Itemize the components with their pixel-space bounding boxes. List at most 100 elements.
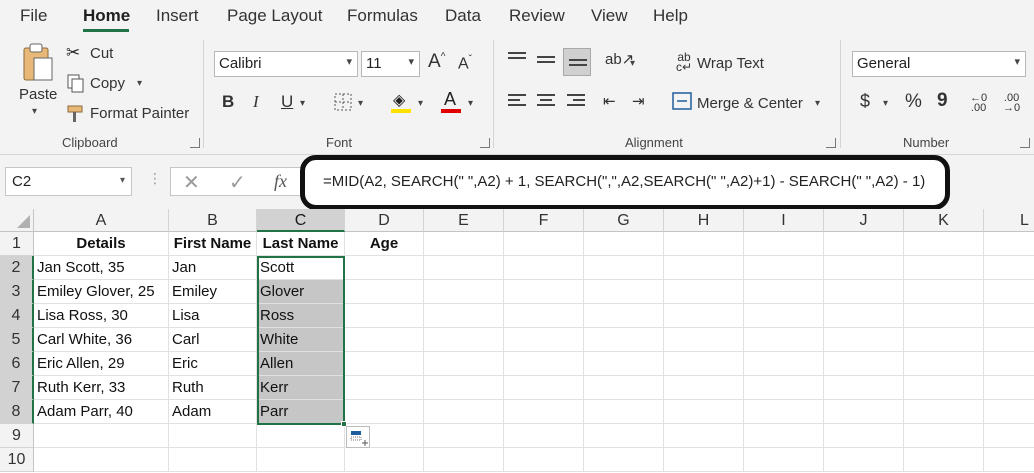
cell-a6[interactable]: Eric Allen, 29: [34, 352, 169, 376]
cell-i5[interactable]: [744, 328, 824, 352]
row-header-8[interactable]: 8: [0, 400, 34, 424]
cut-button[interactable]: Cut: [90, 45, 113, 62]
paste-dropdown-icon[interactable]: ▾: [32, 106, 37, 117]
cell-l1[interactable]: [984, 232, 1034, 256]
cell-c7[interactable]: Kerr: [257, 376, 345, 400]
cell-g4[interactable]: [584, 304, 664, 328]
cell-e6[interactable]: [424, 352, 504, 376]
column-header-j[interactable]: J: [824, 209, 904, 232]
cell-k5[interactable]: [904, 328, 984, 352]
font-launcher-icon[interactable]: [480, 138, 490, 148]
alignment-launcher-icon[interactable]: [826, 138, 836, 148]
menu-view[interactable]: View: [591, 6, 628, 26]
currency-icon[interactable]: $: [860, 91, 870, 112]
cell-g2[interactable]: [584, 256, 664, 280]
cell-c1[interactable]: Last Name: [257, 232, 345, 256]
cell-a9[interactable]: [34, 424, 169, 448]
cell-f7[interactable]: [504, 376, 584, 400]
cell-d5[interactable]: [345, 328, 424, 352]
cell-g9[interactable]: [584, 424, 664, 448]
cell-h9[interactable]: [664, 424, 744, 448]
cell-k8[interactable]: [904, 400, 984, 424]
row-header-9[interactable]: 9: [0, 424, 34, 448]
cell-i4[interactable]: [744, 304, 824, 328]
font-color-button[interactable]: A: [440, 89, 462, 114]
wrap-text-button[interactable]: Wrap Text: [697, 55, 764, 72]
column-header-a[interactable]: A: [34, 209, 169, 232]
cell-g5[interactable]: [584, 328, 664, 352]
orientation-dropdown-icon[interactable]: ▾: [630, 58, 635, 69]
fill-color-button[interactable]: ◈: [390, 90, 412, 114]
cell-h5[interactable]: [664, 328, 744, 352]
cell-k3[interactable]: [904, 280, 984, 304]
cell-f8[interactable]: [504, 400, 584, 424]
cell-g10[interactable]: [584, 448, 664, 472]
cell-j2[interactable]: [824, 256, 904, 280]
row-header-1[interactable]: 1: [0, 232, 34, 256]
cell-f10[interactable]: [504, 448, 584, 472]
cell-h2[interactable]: [664, 256, 744, 280]
cell-h7[interactable]: [664, 376, 744, 400]
insert-function-icon[interactable]: fx: [274, 171, 287, 192]
column-header-d[interactable]: D: [345, 209, 424, 232]
cell-d1[interactable]: Age: [345, 232, 424, 256]
menu-review[interactable]: Review: [509, 6, 565, 26]
percent-icon[interactable]: %: [905, 91, 922, 113]
cell-f9[interactable]: [504, 424, 584, 448]
menu-data[interactable]: Data: [445, 6, 481, 26]
cell-l4[interactable]: [984, 304, 1034, 328]
borders-icon[interactable]: [333, 92, 353, 112]
cell-a5[interactable]: Carl White, 36: [34, 328, 169, 352]
enter-icon[interactable]: ✓: [229, 170, 246, 195]
cell-a1[interactable]: Details: [34, 232, 169, 256]
align-right-icon[interactable]: [567, 94, 585, 108]
cell-b5[interactable]: Carl: [169, 328, 257, 352]
decrease-font-size-icon[interactable]: Aˇ: [458, 54, 472, 73]
cell-b1[interactable]: First Name: [169, 232, 257, 256]
column-header-c[interactable]: C: [257, 209, 345, 232]
clipboard-launcher-icon[interactable]: [190, 138, 200, 148]
cell-j5[interactable]: [824, 328, 904, 352]
paste-button[interactable]: [18, 42, 56, 84]
align-center-icon[interactable]: [537, 94, 555, 108]
cell-j7[interactable]: [824, 376, 904, 400]
borders-dropdown-icon[interactable]: ▾: [358, 98, 363, 109]
cell-a3[interactable]: Emiley Glover, 25: [34, 280, 169, 304]
cell-g3[interactable]: [584, 280, 664, 304]
cell-f2[interactable]: [504, 256, 584, 280]
cell-k7[interactable]: [904, 376, 984, 400]
cell-h10[interactable]: [664, 448, 744, 472]
cell-d6[interactable]: [345, 352, 424, 376]
underline-dropdown-icon[interactable]: ▾: [300, 98, 305, 109]
cell-c8[interactable]: Parr: [257, 400, 345, 424]
cell-a10[interactable]: [34, 448, 169, 472]
cell-l6[interactable]: [984, 352, 1034, 376]
increase-font-size-icon[interactable]: A^: [428, 51, 445, 73]
font-size-dropdown[interactable]: 11 ▾: [361, 51, 420, 77]
menu-page-layout[interactable]: Page Layout: [227, 6, 322, 26]
cell-g6[interactable]: [584, 352, 664, 376]
cell-i2[interactable]: [744, 256, 824, 280]
cell-j4[interactable]: [824, 304, 904, 328]
menu-help[interactable]: Help: [653, 6, 688, 26]
merge-dropdown-icon[interactable]: ▾: [815, 98, 820, 109]
menu-file[interactable]: File: [20, 6, 47, 26]
menu-home[interactable]: Home: [83, 6, 130, 26]
cell-b9[interactable]: [169, 424, 257, 448]
font-color-dropdown-icon[interactable]: ▾: [468, 98, 473, 109]
italic-icon[interactable]: I: [253, 92, 259, 112]
column-header-k[interactable]: K: [904, 209, 984, 232]
cell-i6[interactable]: [744, 352, 824, 376]
select-all-button[interactable]: [0, 209, 34, 232]
cell-j6[interactable]: [824, 352, 904, 376]
cell-d4[interactable]: [345, 304, 424, 328]
cell-d3[interactable]: [345, 280, 424, 304]
merge-center-button[interactable]: Merge & Center: [697, 95, 803, 112]
cell-b8[interactable]: Adam: [169, 400, 257, 424]
row-header-5[interactable]: 5: [0, 328, 34, 352]
cell-f6[interactable]: [504, 352, 584, 376]
cell-c9[interactable]: [257, 424, 345, 448]
column-header-e[interactable]: E: [424, 209, 504, 232]
cell-f4[interactable]: [504, 304, 584, 328]
cell-g1[interactable]: [584, 232, 664, 256]
